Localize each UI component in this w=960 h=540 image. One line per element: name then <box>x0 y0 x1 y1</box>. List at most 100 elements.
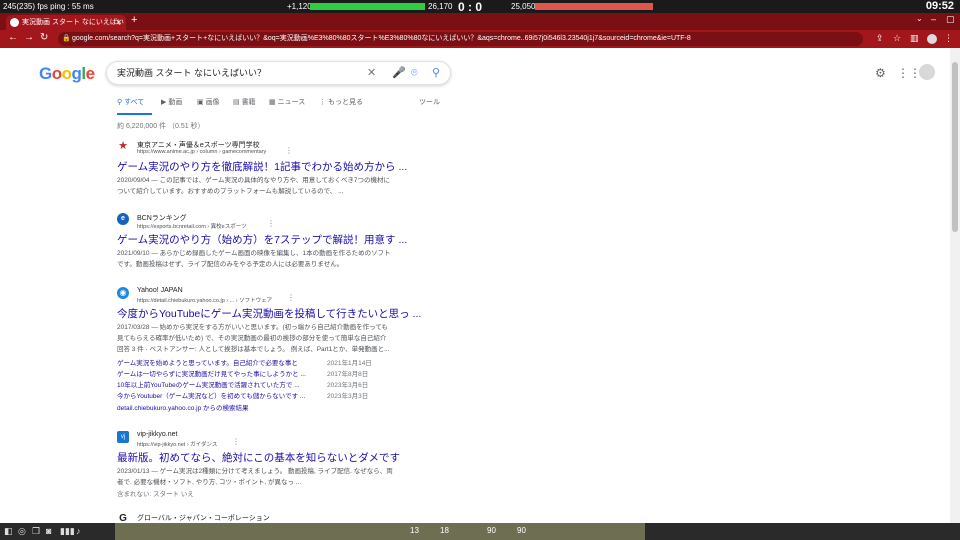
tab-news[interactable]: ▦ ニュース <box>269 97 305 107</box>
snippet-line: 2020/09/04 — この記事では、ゲーム実況の具体的なやり方や、用意してお… <box>117 177 390 184</box>
maximize-icon[interactable]: ▢ <box>946 14 955 25</box>
lock-icon: 🔒 <box>62 35 71 42</box>
hud-left-bar <box>310 3 425 10</box>
settings-gear-icon[interactable]: ⚙ <box>875 66 886 80</box>
tab-videos[interactable]: ▶ 動画 <box>161 97 182 107</box>
google-logo[interactable]: Google <box>39 64 95 84</box>
tab-images[interactable]: ▣ 画像 <box>197 97 220 107</box>
result-menu-icon[interactable]: ⋮ <box>287 293 295 302</box>
snippet-line: です。動画投稿はせず、ライブ配信のみをやる予定の人には必要ありません。 <box>117 261 344 268</box>
hud-right-bar <box>535 3 653 10</box>
search-result: ★ 東京アニメ・声優＆eスポーツ専門学校 https://www.anime.a… <box>117 140 417 195</box>
tab-all[interactable]: ⚲ すべて <box>117 97 144 107</box>
globe-icon: ◉ <box>117 287 129 299</box>
result-menu-icon[interactable]: ⋮ <box>267 219 275 228</box>
scrollbar-thumb[interactable] <box>952 62 958 232</box>
result-url[interactable]: https://detail.chiebukuro.yahoo.co.jp › … <box>137 296 272 304</box>
address-bar[interactable]: 🔒 google.com/search?q=実況動画+スタート+なにいえばいい？… <box>58 32 863 46</box>
logo-letter: e <box>85 64 95 83</box>
result-site-name: グローバル・ジャパン・コーポレーション <box>137 515 270 522</box>
result-url[interactable]: https://www.anime.ac.jp › column › gamec… <box>137 149 266 155</box>
target-icon[interactable]: ◎ <box>18 526 26 537</box>
logo-letter: g <box>71 64 82 83</box>
result-site-name: vip-jikkyo.net <box>137 431 178 438</box>
search-icon[interactable]: ⚲ <box>432 65 440 81</box>
logo-letter: o <box>61 64 72 83</box>
fps-readout: 245(235) fps ping : 55 ms <box>3 2 94 11</box>
result-snippet: 2020/09/04 — この記事では、ゲーム実況の具体的なやり方や、用意してお… <box>117 175 417 197</box>
result-url[interactable]: https://esports.bcnretail.com › 異校eスポーツ <box>137 222 247 230</box>
missing-terms: 含まれない: スタート いえ <box>117 491 194 498</box>
hud-left-gain: +1,120 <box>287 2 312 11</box>
sub-result-link[interactable]: 今からYoutuber（ゲーム実況など）を初めても儲からないです ... <box>117 390 305 400</box>
active-tab-underline <box>117 113 152 115</box>
tab-all-label: すべて <box>124 99 145 106</box>
tab-images-label: 画像 <box>205 99 220 106</box>
tab-more[interactable]: ⋮ もっと見る <box>319 97 363 107</box>
tab-books-label: 書籍 <box>241 99 256 106</box>
logo-letter: o <box>51 64 62 83</box>
result-site-name: Yahoo! JAPAN <box>137 287 183 294</box>
hud-count: 18 <box>440 526 449 535</box>
hud-clock: 09:52 <box>925 0 954 12</box>
result-title[interactable]: 今度からYouTubeにゲーム実況動画を投稿して行きたいと思っ ... <box>117 306 421 321</box>
new-tab-plus-icon[interactable]: + <box>131 14 137 26</box>
sub-result-link[interactable]: 10年以上前YouTubeのゲーム実況動画で活躍されていた方で ... <box>117 379 300 389</box>
game-controller-icon[interactable]: ◧ <box>4 526 13 537</box>
search-result: ◉ Yahoo! JAPAN https://detail.chiebukuro… <box>117 287 421 417</box>
result-snippet: 2021/09/10 — あらかじめ録画したゲーム画面の映像を編集し、1本の動画… <box>117 248 417 270</box>
search-result: e BCNランキング https://esports.bcnretail.com… <box>117 213 417 273</box>
tab-search-chevron-icon[interactable]: ⌄ <box>916 14 923 23</box>
apps-grid-icon[interactable]: ⋮⋮ <box>897 66 921 80</box>
vip-site-logo-icon: vj <box>117 431 129 443</box>
share-icon[interactable]: ⇪ <box>876 33 884 44</box>
tab-books[interactable]: ▤ 書籍 <box>233 97 256 107</box>
bcn-logo-icon: e <box>117 213 129 225</box>
browser-tab[interactable]: 実況動画 スタート なにいえばいい？ ✕ <box>6 15 126 41</box>
reload-icon[interactable]: ↻ <box>40 32 48 43</box>
bookmark-star-icon[interactable]: ☆ <box>893 33 901 44</box>
sub-result-link[interactable]: ゲームは一切やらずに実況動画だけ見てやった事にしようかと ... <box>117 368 306 378</box>
search-result: vj vip-jikkyo.net https://vip-jikkyo.net… <box>117 431 417 501</box>
result-title[interactable]: ゲーム実況のやり方（始め方）を7ステップで解説！用意す ... <box>117 232 407 247</box>
sub-result-date: 2023年3月3日 <box>327 393 369 400</box>
result-title[interactable]: 最新版。初めてなら、絶対にこの基本を知らないとダメです <box>117 450 400 465</box>
camera-lens-icon[interactable]: ⌾ <box>411 65 418 81</box>
account-avatar[interactable] <box>919 64 935 80</box>
camera-icon[interactable]: ◙ <box>46 526 51 536</box>
hud-right-total: 25,050 <box>511 2 536 11</box>
address-bar-url: google.com/search?q=実況動画+スタート+なにいえばいい？&o… <box>72 35 691 42</box>
forward-arrow-icon[interactable]: → <box>24 32 34 43</box>
search-box[interactable]: 実況動画 スタート なにいえばいい？ ✕ 🎤 ⌾ ⚲ <box>106 61 451 85</box>
sub-result-link[interactable]: ゲーム実況を始めようと思っています。自己紹介で必要な事と <box>117 357 298 367</box>
snippet-line: 見てもらえる確率が低いため) で、その実況動画の最初の挨拶の部分を使って簡単な自… <box>117 335 387 342</box>
profile-avatar-icon[interactable] <box>927 34 937 44</box>
site-star-icon: ★ <box>117 140 129 152</box>
tools-button[interactable]: ツール <box>419 97 440 107</box>
result-url[interactable]: https://vip-jikkyo.net › ガイダンス <box>137 440 217 448</box>
game-hud: 245(235) fps ping : 55 ms +1,120 26,170 … <box>0 0 960 14</box>
snippet-line: 者で. 必要な機材・ソフト, やり方, コツ・ポイント, が異なっ ... <box>117 479 302 486</box>
result-menu-icon[interactable]: ⋮ <box>232 437 240 446</box>
result-menu-icon[interactable]: ⋮ <box>285 146 293 155</box>
screen: 245(235) fps ping : 55 ms +1,120 26,170 … <box>0 0 960 540</box>
search-input[interactable]: 実況動画 スタート なにいえばいい？ <box>117 62 266 84</box>
volume-icon[interactable]: ♪ <box>76 526 81 536</box>
copy-icon[interactable]: ❐ <box>32 526 40 537</box>
signal-bars-icon: ▮▮▮ <box>60 526 75 536</box>
tab-close-icon[interactable]: ✕ <box>115 15 122 30</box>
result-title[interactable]: ゲーム実況のやり方を徹底解説！1記事でわかる始め方から ... <box>117 159 407 174</box>
google-favicon-icon <box>10 18 19 27</box>
back-arrow-icon[interactable]: ← <box>8 32 18 43</box>
tab-strip: 実況動画 スタート なにいえばいい？ ✕ + ⌄ – ▢ <box>0 13 960 41</box>
minimize-icon[interactable]: – <box>931 14 936 24</box>
more-from-site-link[interactable]: detail.chiebukuro.yahoo.co.jp からの検索結果 <box>117 402 249 412</box>
sub-result-date: 2021年1月14日 <box>327 360 372 367</box>
side-panel-icon[interactable]: ▥ <box>910 33 919 44</box>
clear-icon[interactable]: ✕ <box>367 65 376 81</box>
tab-videos-label: 動画 <box>168 99 183 106</box>
microphone-icon[interactable]: 🎤 <box>392 65 406 81</box>
menu-kebab-icon[interactable]: ⋮ <box>944 33 953 44</box>
result-snippet: 2017/03/28 — 始めから実況をする方がいいと思います。(初っ端から自己… <box>117 322 417 355</box>
game-scene-strip: 13 18 90 90 <box>115 523 645 540</box>
